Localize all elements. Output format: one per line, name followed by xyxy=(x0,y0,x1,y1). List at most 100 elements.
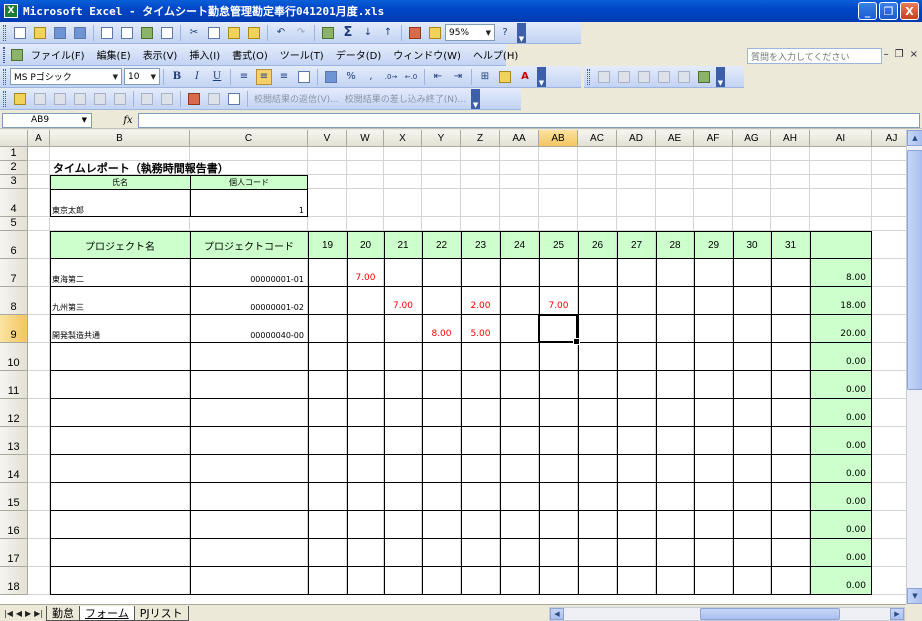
column-header-aj[interactable]: AJ xyxy=(872,130,906,147)
zoom-select[interactable]: 95% ▼ xyxy=(445,24,495,41)
font-select[interactable]: MS Pゴシック ▼ xyxy=(10,68,122,85)
workbook-minimize-button[interactable]: – xyxy=(884,49,889,60)
scroll-up-icon[interactable]: ▲ xyxy=(907,130,922,146)
review-tool-1-icon[interactable] xyxy=(12,91,28,107)
format-painter-icon[interactable] xyxy=(246,25,262,41)
increase-decimal-icon[interactable]: .0→ xyxy=(383,69,399,85)
row-header-8[interactable]: 8 xyxy=(0,287,28,315)
toolbar-options-icon[interactable]: ▼ xyxy=(517,22,526,43)
bold-button[interactable]: B xyxy=(169,69,185,85)
draw-tool-3-icon[interactable] xyxy=(636,69,652,85)
percent-button[interactable]: % xyxy=(343,69,359,85)
help-icon[interactable]: ? xyxy=(497,25,513,41)
column-header-ag[interactable]: AG xyxy=(733,130,771,147)
review-tool-7-icon[interactable] xyxy=(139,91,155,107)
column-header-af[interactable]: AF xyxy=(694,130,733,147)
comma-button[interactable]: , xyxy=(363,69,379,85)
row-header-7[interactable]: 7 xyxy=(0,259,28,287)
review-tool-6-icon[interactable] xyxy=(112,91,128,107)
vertical-scrollbar[interactable]: ▲ ▼ xyxy=(906,130,922,604)
hours-cell[interactable]: 7.00 xyxy=(539,299,578,313)
sheet-tab-kintai[interactable]: 勤怠 xyxy=(46,605,81,621)
hours-cell[interactable]: 2.00 xyxy=(461,299,500,313)
format-grip[interactable] xyxy=(3,68,6,85)
row-header-9[interactable]: 9 xyxy=(0,315,28,343)
project-code-cell[interactable]: 00000001-01 xyxy=(190,273,304,286)
save-icon[interactable] xyxy=(52,25,68,41)
workbook-restore-button[interactable]: ❐ xyxy=(895,49,904,60)
sort-descending-icon[interactable]: ↑ xyxy=(380,25,396,41)
drawing-grip[interactable] xyxy=(587,68,590,85)
scroll-right-icon[interactable]: ▶ xyxy=(890,608,904,620)
chart-wizard-icon[interactable] xyxy=(407,25,423,41)
hours-cell[interactable]: 8.00 xyxy=(422,327,461,341)
menu-help[interactable]: ヘルプ(H) xyxy=(467,46,524,64)
menu-format[interactable]: 書式(O) xyxy=(226,46,274,64)
hours-cell[interactable]: 7.00 xyxy=(384,299,422,313)
row-header-18[interactable]: 18 xyxy=(0,567,28,595)
print-preview-icon[interactable] xyxy=(119,25,135,41)
review-tool-9-icon[interactable] xyxy=(186,91,202,107)
hours-cell[interactable]: 7.00 xyxy=(347,271,384,285)
horizontal-scroll-thumb[interactable] xyxy=(700,608,840,620)
last-sheet-icon[interactable]: ▶| xyxy=(34,609,43,618)
drawing-options-icon[interactable]: ▼ xyxy=(716,66,725,87)
font-color-icon[interactable]: A xyxy=(517,69,533,85)
menu-grip[interactable] xyxy=(3,46,5,63)
review-tool-3-icon[interactable] xyxy=(52,91,68,107)
toolbar-grip[interactable] xyxy=(3,24,6,41)
column-header-b[interactable]: B xyxy=(50,130,190,147)
italic-button[interactable]: I xyxy=(189,69,205,85)
scroll-down-icon[interactable]: ▼ xyxy=(907,588,922,604)
row-header-3[interactable]: 3 xyxy=(0,175,28,189)
align-right-icon[interactable]: ≡ xyxy=(276,69,292,85)
column-header-ai[interactable]: AI xyxy=(810,130,872,147)
draw-tool-4-icon[interactable] xyxy=(656,69,672,85)
formula-input[interactable] xyxy=(138,112,920,128)
drawing-icon[interactable] xyxy=(427,25,443,41)
increase-indent-icon[interactable]: ⇥ xyxy=(450,69,466,85)
borders-icon[interactable]: ⊞ xyxy=(477,69,493,85)
column-header-aa[interactable]: AA xyxy=(500,130,539,147)
decrease-decimal-icon[interactable]: ←.0 xyxy=(403,69,419,85)
minimize-button[interactable]: _ xyxy=(858,2,877,20)
column-header-ad[interactable]: AD xyxy=(617,130,656,147)
undo-icon[interactable]: ↶ xyxy=(273,25,289,41)
permission-icon[interactable] xyxy=(72,25,88,41)
column-header-ab[interactable]: AB xyxy=(539,130,578,147)
project-name-cell[interactable]: 東海第二 xyxy=(52,273,84,286)
draw-tool-1-icon[interactable] xyxy=(596,69,612,85)
redo-icon[interactable]: ↷ xyxy=(293,25,309,41)
review-tool-2-icon[interactable] xyxy=(32,91,48,107)
column-header-ah[interactable]: AH xyxy=(771,130,810,147)
merge-center-icon[interactable] xyxy=(296,69,312,85)
review-tool-8-icon[interactable] xyxy=(159,91,175,107)
paste-icon[interactable] xyxy=(226,25,242,41)
new-icon[interactable] xyxy=(12,25,28,41)
review-tool-5-icon[interactable] xyxy=(92,91,108,107)
row-header-14[interactable]: 14 xyxy=(0,455,28,483)
column-header-x[interactable]: X xyxy=(384,130,422,147)
row-header-2[interactable]: 2 xyxy=(0,161,28,175)
excel-app-icon[interactable]: X xyxy=(4,4,18,18)
sort-ascending-icon[interactable]: ↓ xyxy=(360,25,376,41)
horizontal-scrollbar[interactable]: ◀ ▶ xyxy=(549,607,905,621)
row-header-11[interactable]: 11 xyxy=(0,371,28,399)
draw-tool-2-icon[interactable] xyxy=(616,69,632,85)
size-grip[interactable] xyxy=(906,604,922,621)
format-options-icon[interactable]: ▼ xyxy=(537,66,546,87)
row-header-12[interactable]: 12 xyxy=(0,399,28,427)
row-header-17[interactable]: 17 xyxy=(0,539,28,567)
active-cell-selection[interactable] xyxy=(538,314,580,345)
menu-tools[interactable]: ツール(T) xyxy=(274,46,330,64)
currency-icon[interactable] xyxy=(323,69,339,85)
decrease-indent-icon[interactable]: ⇤ xyxy=(430,69,446,85)
review-tool-4-icon[interactable] xyxy=(72,91,88,107)
column-header-c[interactable]: C xyxy=(190,130,308,147)
review-end-button[interactable]: 校閲結果の差し込み終了(N)... xyxy=(342,90,469,108)
workbook-close-button[interactable]: × xyxy=(910,49,918,60)
review-send-button[interactable]: 校閲結果の返信(V)... xyxy=(251,90,342,108)
hyperlink-icon[interactable] xyxy=(320,25,336,41)
align-center-icon[interactable]: ≡ xyxy=(256,68,272,85)
menu-view[interactable]: 表示(V) xyxy=(137,46,184,64)
